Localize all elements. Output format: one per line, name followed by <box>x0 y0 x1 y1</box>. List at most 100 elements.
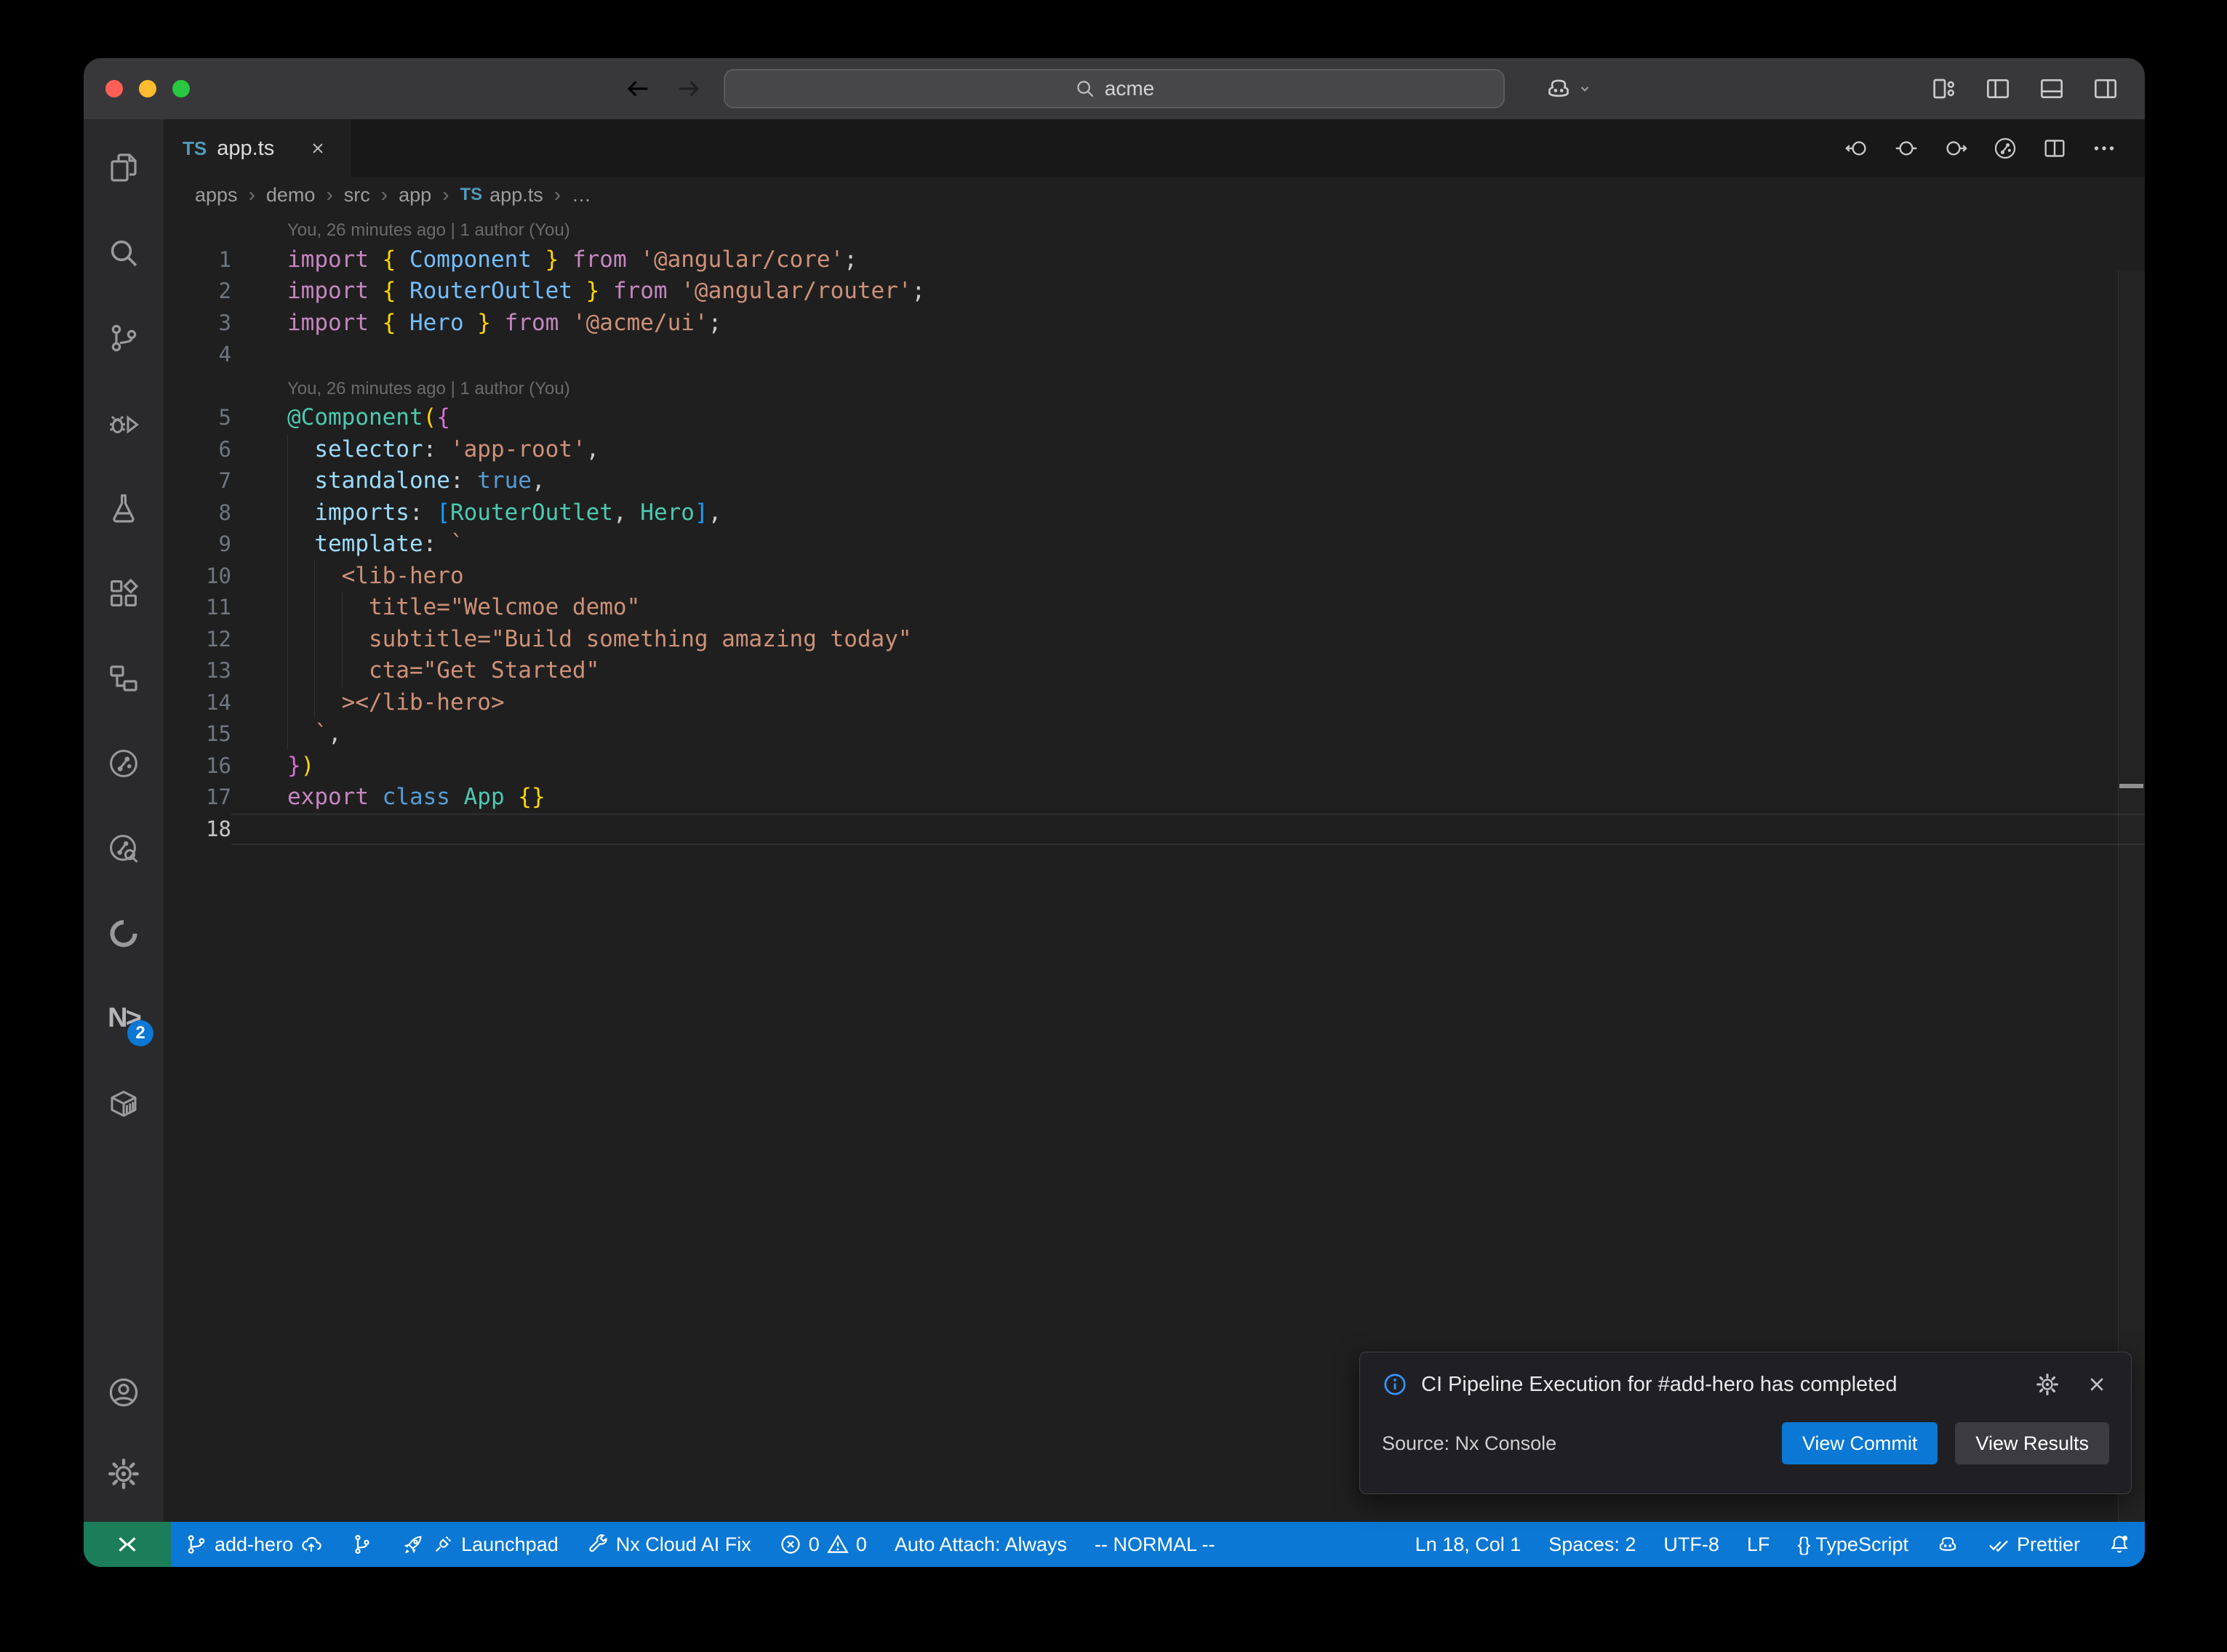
activity-item-explorer[interactable] <box>84 125 164 210</box>
status-item-problems[interactable]: 00 <box>765 1522 881 1567</box>
notification-settings-gear-icon[interactable] <box>2035 1372 2060 1397</box>
more-actions-button[interactable] <box>2091 135 2117 161</box>
gitlens-inspect-icon <box>106 831 141 866</box>
code-token <box>287 436 314 462</box>
copilot-menu[interactable] <box>1544 58 1594 119</box>
git-branch-icon <box>185 1533 208 1556</box>
line-content <box>231 814 2145 846</box>
git-graph-icon <box>351 1533 374 1556</box>
line-content: standalone: true, <box>231 465 2145 497</box>
status-item-language-mode[interactable]: {} TypeScript <box>1783 1522 1922 1567</box>
code-token: imports <box>314 500 409 526</box>
breadcrumb-item-demo[interactable]: demo <box>266 184 316 206</box>
code-token: : <box>409 500 436 526</box>
activity-item-testing[interactable] <box>84 465 164 550</box>
code-token: subtitle="Build something amazing today" <box>287 626 912 652</box>
code-token: , <box>586 436 600 462</box>
minimize-window-button[interactable] <box>139 80 156 97</box>
activity-item-gitlens[interactable] <box>84 721 164 806</box>
breadcrumb-item-apps[interactable]: apps <box>195 184 238 206</box>
code-line-14: 14 ></lib-hero> <box>164 687 2145 719</box>
tab-label: app.ts <box>217 137 274 161</box>
zoom-window-button[interactable] <box>172 80 190 97</box>
status-item-notifications-bell[interactable] <box>2094 1522 2145 1567</box>
breadcrumb-item-src[interactable]: src <box>344 184 370 206</box>
indent-guide <box>287 655 288 687</box>
code-token <box>287 531 314 557</box>
activity-item-search[interactable] <box>84 210 164 295</box>
breadcrumb: apps›demo›src›app›TSapp.ts›… <box>164 177 2145 212</box>
code-token: { <box>383 310 409 336</box>
split-editor-button[interactable] <box>2042 135 2068 161</box>
activity-item-run-and-debug[interactable] <box>84 380 164 465</box>
overview-ruler-cursor-mark <box>2119 784 2143 788</box>
status-item-label: add-hero <box>215 1533 293 1556</box>
status-item-vim-mode[interactable]: -- NORMAL -- <box>1081 1522 1228 1567</box>
remote-indicator[interactable] <box>84 1522 171 1567</box>
typescript-file-icon: TS <box>183 137 207 160</box>
line-number: 6 <box>164 434 231 466</box>
status-item-gitlens-launchpad[interactable]: Launchpad <box>388 1522 572 1567</box>
activity-item-manage-settings[interactable] <box>84 1433 164 1515</box>
code-editor[interactable]: You, 26 minutes ago | 1 author (You)1imp… <box>164 212 2145 1522</box>
code-token: ) <box>301 753 315 779</box>
close-window-button[interactable] <box>105 80 123 97</box>
nav-back-button[interactable] <box>623 74 652 103</box>
code-token: } <box>572 278 599 304</box>
status-item-prettier[interactable]: Prettier <box>1973 1522 2094 1567</box>
status-item-cursor-position[interactable]: Ln 18, Col 1 <box>1402 1522 1535 1567</box>
view-commit-button[interactable]: View Commit <box>1782 1422 1938 1464</box>
breadcrumb-item-app[interactable]: app <box>399 184 431 206</box>
line-content: <lib-hero <box>231 561 2145 593</box>
status-item-indentation[interactable]: Spaces: 2 <box>1535 1522 1650 1567</box>
toggle-secondary-sidebar-button[interactable] <box>2091 74 2120 103</box>
typescript-file-icon: TS <box>460 185 482 205</box>
status-item-eol[interactable]: LF <box>1733 1522 1784 1567</box>
breadcrumb-label: demo <box>266 184 316 206</box>
warning-icon <box>826 1533 849 1556</box>
breadcrumb-item-appts[interactable]: TSapp.ts <box>460 184 543 206</box>
notification-close-icon[interactable] <box>2084 1372 2109 1397</box>
tab-app-ts[interactable]: TS app.ts <box>164 119 351 177</box>
code-token: template <box>314 531 423 557</box>
activity-item-containers[interactable] <box>84 1061 164 1146</box>
activity-item-gitlens-inspect[interactable] <box>84 806 164 891</box>
activity-item-nx-console[interactable]: N>2 <box>84 976 164 1061</box>
toggle-panel-button[interactable] <box>2037 74 2066 103</box>
status-item-auto-attach[interactable]: Auto Attach: Always <box>881 1522 1081 1567</box>
close-tab-button[interactable] <box>303 134 332 163</box>
breadcrumb-item-[interactable]: … <box>572 184 591 206</box>
gitlens-next-change-button[interactable] <box>1943 135 1969 161</box>
activity-item-accounts[interactable] <box>84 1352 164 1433</box>
activity-item-source-control[interactable] <box>84 295 164 380</box>
code-token: from <box>559 246 640 273</box>
status-item-copilot[interactable] <box>1922 1522 1973 1567</box>
line-content: subtitle="Build something amazing today" <box>231 624 2145 656</box>
code-token: : <box>423 531 450 557</box>
toggle-primary-sidebar-button[interactable] <box>1983 74 2012 103</box>
code-token: from <box>491 310 572 336</box>
search-icon <box>106 236 141 270</box>
command-center-search[interactable]: acme <box>724 69 1505 108</box>
status-item-encoding[interactable]: UTF-8 <box>1650 1522 1733 1567</box>
view-results-button[interactable]: View Results <box>1955 1422 2109 1464</box>
customize-layout-button[interactable] <box>1930 74 1959 103</box>
status-item-nx-cloud-ai-fix[interactable]: Nx Cloud AI Fix <box>572 1522 765 1567</box>
activity-item-extensions[interactable] <box>84 550 164 635</box>
activity-item-browser-tools[interactable] <box>84 891 164 976</box>
status-item-git-branch[interactable]: add-hero <box>171 1522 337 1567</box>
gitlens-open-changes-button[interactable] <box>1893 135 1919 161</box>
status-item-git-graph[interactable] <box>337 1522 388 1567</box>
line-content: ></lib-hero> <box>231 687 2145 719</box>
nav-forward-button[interactable] <box>674 74 703 103</box>
line-number: 5 <box>164 402 231 434</box>
gitlens-previous-change-button[interactable] <box>1844 135 1870 161</box>
line-number: 14 <box>164 687 231 719</box>
code-line-7: 7 standalone: true, <box>164 465 2145 497</box>
account-icon <box>106 1375 141 1410</box>
activity-item-project-hierarchy[interactable] <box>84 635 164 721</box>
editor-scrollbar[interactable] <box>2118 270 2145 1522</box>
info-icon <box>1382 1371 1408 1398</box>
gitlens-commit-graph-button[interactable] <box>1992 135 2018 161</box>
line-number: 18 <box>164 814 231 846</box>
